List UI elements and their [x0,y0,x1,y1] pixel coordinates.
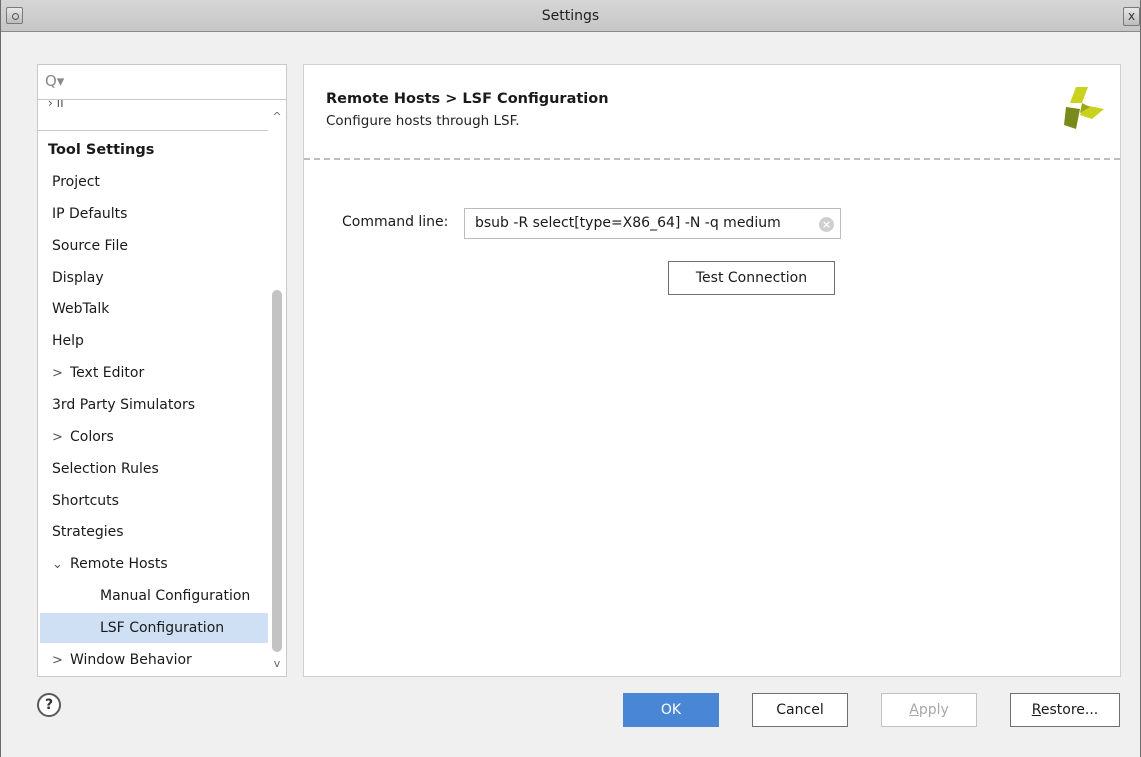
title-bar: Settings x [1,0,1140,32]
window-title: Settings [541,8,600,24]
tree-item-manual-configuration[interactable]: Manual Configuration [100,581,250,611]
chevron-down-icon[interactable]: ⌄ [52,550,70,580]
help-icon[interactable]: ? [37,693,61,717]
tree-item-source-file[interactable]: Source File [52,231,128,261]
tree-item-label: Colors [70,429,114,445]
tree-divider [38,130,268,131]
restore-label: estore... [1040,702,1099,718]
tree-item-label: Strategies [52,524,124,540]
tree-item-clipped[interactable]: › II [48,100,268,112]
tree-item-display[interactable]: Display [52,263,104,293]
settings-tree: › II Tool Settings Project IP Defaults S… [37,100,287,677]
xilinx-logo-icon [1064,87,1104,129]
tree-item-selection-rules[interactable]: Selection Rules [52,454,159,484]
scrollbar-thumb[interactable] [272,290,282,652]
settings-search-box[interactable]: Q▾ [37,64,287,100]
tree-item-ip-defaults[interactable]: IP Defaults [52,199,127,229]
tree-item-webtalk[interactable]: WebTalk [52,294,109,324]
tree-item-label: Remote Hosts [70,556,168,572]
tree-item-label: 3rd Party Simulators [52,397,195,413]
apply-mnemonic: A [909,702,919,718]
page-breadcrumb: Remote Hosts > LSF Configuration [326,91,609,107]
command-line-value[interactable]: bsub -R select[type=X86_64] -N -q medium [475,215,781,231]
tree-item-label: Shortcuts [52,493,119,509]
chevron-right-icon[interactable]: > [52,423,70,453]
clear-icon[interactable]: × [819,217,834,232]
search-icon[interactable]: Q▾ [45,72,64,90]
tree-item-colors[interactable]: > Colors [52,422,114,452]
tree-item-strategies[interactable]: Strategies [52,517,124,547]
page-description: Configure hosts through LSF. [326,113,520,129]
window-close-button[interactable]: x [1123,7,1140,26]
tree-item-label: WebTalk [52,301,110,317]
tree-item-label: Help [52,333,84,349]
ok-button[interactable]: OK [623,693,719,727]
tree-item-shortcuts[interactable]: Shortcuts [52,486,119,516]
settings-dialog: Settings x Q▾ › II Tool Settings Project… [0,0,1141,757]
command-line-label: Command line: [342,214,449,230]
tree-item-label: LSF Configuration [100,620,225,636]
tree-item-label: Text Editor [70,365,145,381]
tree-item-label: Project [52,174,100,190]
settings-search-input[interactable] [68,73,278,93]
tree-item-project[interactable]: Project [52,167,100,197]
tree-item-3rd-party-simulators[interactable]: 3rd Party Simulators [52,390,195,420]
settings-content-panel: Remote Hosts > LSF Configuration Configu… [303,64,1121,677]
tree-item-label: Manual Configuration [100,588,251,604]
tree-item-label: Display [52,270,104,286]
chevron-right-icon[interactable]: > [52,646,70,676]
scroll-up-icon[interactable]: ^ [270,110,284,124]
restore-mnemonic: R [1031,702,1041,718]
tree-item-label: Window Behavior [70,652,192,668]
chevron-right-icon[interactable]: > [52,359,70,389]
test-connection-button[interactable]: Test Connection [668,261,835,295]
command-line-field[interactable]: bsub -R select[type=X86_64] -N -q medium… [464,208,841,239]
apply-button[interactable]: Apply [881,693,977,727]
tree-item-help[interactable]: Help [52,326,84,356]
tree-section-heading: Tool Settings [48,142,155,158]
tree-item-label: IP Defaults [52,206,128,222]
tree-item-text-editor[interactable]: > Text Editor [52,358,144,388]
cancel-button[interactable]: Cancel [752,693,848,727]
header-divider [304,158,1120,160]
tree-item-remote-hosts[interactable]: ⌄ Remote Hosts [52,549,168,579]
tree-item-window-behavior[interactable]: > Window Behavior [52,645,192,675]
tree-item-label: Source File [52,238,128,254]
apply-label: pply [918,702,949,718]
tree-item-label: Selection Rules [52,461,159,477]
scroll-down-icon[interactable]: v [270,657,284,671]
tree-item-lsf-configuration[interactable]: LSF Configuration [40,613,268,643]
restore-button[interactable]: Restore... [1010,693,1120,727]
